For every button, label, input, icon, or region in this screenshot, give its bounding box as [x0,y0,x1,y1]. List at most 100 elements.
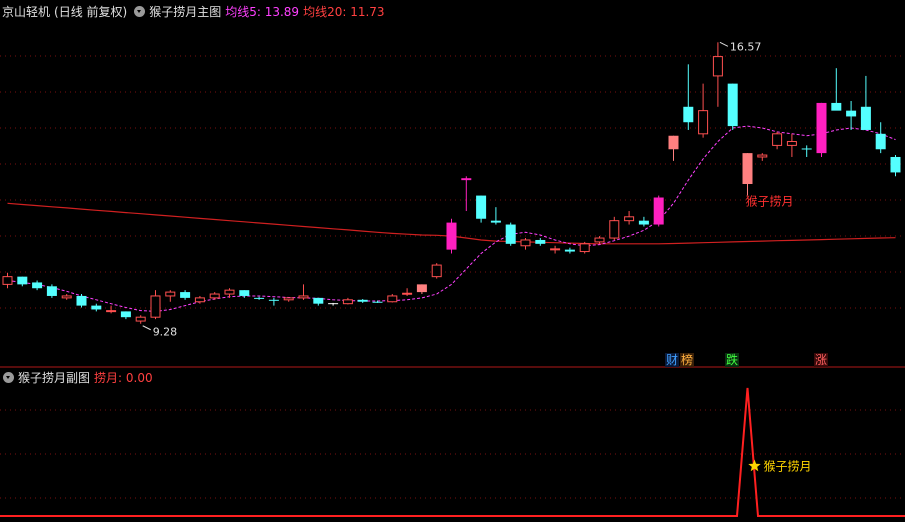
candle [712,42,723,107]
candle [490,207,501,225]
candle-body [32,282,43,289]
candle [653,195,664,227]
low-price-label: 9.28 [153,326,178,339]
candle-body [387,295,398,303]
candle-body [535,239,546,244]
candle-body [638,220,649,225]
candle [135,315,146,324]
candle-body [698,110,709,135]
candle [890,155,901,177]
candle [328,302,339,306]
candle [757,153,768,161]
candle-body [875,133,886,150]
candle-body [135,316,146,322]
badge-zhang[interactable]: 涨 [814,353,829,367]
candle-body [860,106,871,130]
candle-body [254,297,265,299]
candle-body [624,216,635,222]
candle-body [313,297,324,304]
high-price-label: 16.57 [730,40,762,53]
badge-bang[interactable]: 榜 [680,353,695,367]
candle [298,284,309,300]
badge-die[interactable]: 跌 [725,353,740,367]
candle [860,75,871,130]
candle-body [416,284,427,293]
candles [2,42,901,324]
high-arrow [719,41,729,47]
candle [742,153,753,196]
sub-header: 猴子捞月副图 捞月: 0.00 [0,367,157,387]
candle [194,295,205,304]
candle [520,238,531,250]
candle-body [505,224,516,244]
candle-body [372,301,383,303]
ma20-label: 均线20: 11.73 [303,4,385,19]
kline-chart[interactable]: 16.57 9.28 猴子捞月 猴子捞月 [0,0,905,522]
candle [180,290,191,300]
candle [120,311,131,320]
laoyue-value-label: 捞月: 0.00 [94,370,153,385]
candle [283,297,294,302]
candle-body [786,141,797,146]
candle-body [727,83,738,127]
sub-indicator-name[interactable]: 猴子捞月副图 [18,369,90,386]
candle [698,83,709,138]
ma5-label: 均线5: 13.89 [225,4,300,19]
candle [638,216,649,227]
candle [476,195,487,223]
security-name: 京山轻机 [2,4,51,19]
candle-body [446,222,457,250]
candle [165,290,176,302]
candle [846,101,857,130]
candle [461,176,472,212]
candle [875,122,886,154]
candle-body [757,154,768,158]
candle-body [46,286,57,296]
candle-body [490,220,501,223]
badge-cai[interactable]: 财 [665,353,680,367]
candle-body [846,110,857,117]
candle-body [2,276,13,285]
candle-body [461,178,472,181]
candle [683,64,694,130]
period-mode: (日线 前复权) [54,4,128,19]
candle-body [564,249,575,252]
main-indicator-name[interactable]: 猴子捞月主图 [149,3,221,20]
candle-body [17,276,28,285]
candle-body [742,153,753,184]
candle [268,297,279,306]
candle [342,297,353,305]
dropdown-icon[interactable] [134,5,146,17]
candle [816,102,827,157]
candle [786,133,797,157]
low-arrow [142,325,151,331]
candle [668,135,679,161]
candle-body [194,297,205,303]
candle [61,294,72,300]
candle [76,294,87,308]
dropdown-icon[interactable] [3,371,14,383]
candle-body [106,310,117,313]
candle-body [890,156,901,173]
candle-body [831,102,842,111]
candle [624,211,635,225]
candle [505,222,516,246]
candle-body [180,292,191,298]
candle [550,245,561,254]
candle-body [431,264,442,278]
candle-body [653,197,664,225]
candle [106,305,117,314]
candle-body [520,239,531,247]
candle-body [476,195,487,219]
candle-body [120,311,131,318]
candle-body [91,305,102,310]
candle-body [268,299,279,301]
candle-body [609,220,620,239]
sub-annotation-label: 猴子捞月 [764,460,812,474]
candle [313,297,324,306]
candle-body [209,293,220,299]
candle [831,68,842,111]
candle-body [150,295,161,318]
candle [239,290,250,298]
candle-body [342,299,353,305]
